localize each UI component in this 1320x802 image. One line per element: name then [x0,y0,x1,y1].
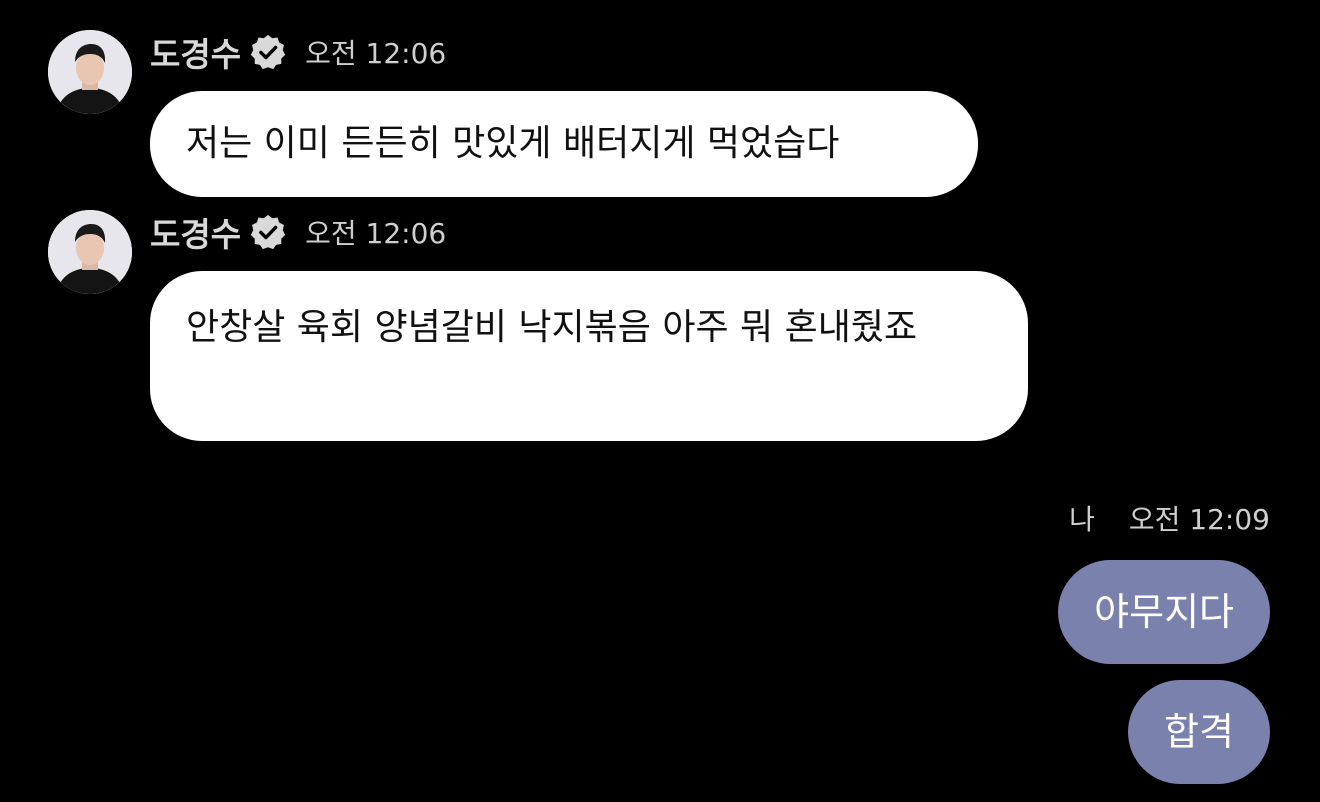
message-text: 야무지다 [1094,590,1234,634]
avatar-photo [48,30,132,114]
message-header: 도경수 오전 12:06 [150,212,447,254]
my-label: 나 [1069,503,1095,536]
outgoing-message-bubble[interactable]: 야무지다 [1058,560,1270,664]
my-message-header: 나 오전 12:09 [1069,498,1270,538]
message-header: 도경수 오전 12:06 [150,32,447,74]
message-time: 오전 12:09 [1128,503,1270,536]
message-time: 오전 12:06 [305,217,447,250]
message-text: 안창살 육회 양념갈비 낙지볶음 아주 뭐 혼내줬죠 [186,307,918,348]
message-text: 저는 이미 든든히 맛있게 배터지게 먹었습다 [186,123,840,164]
incoming-message-bubble[interactable]: 안창살 육회 양념갈비 낙지볶음 아주 뭐 혼내줬죠 [150,271,1028,441]
sender-name[interactable]: 도경수 [150,208,241,256]
outgoing-message-bubble[interactable]: 합격 [1128,680,1270,784]
sender-name[interactable]: 도경수 [150,28,241,76]
message-text: 합격 [1164,710,1234,754]
message-time: 오전 12:06 [305,37,447,70]
incoming-message-bubble[interactable]: 저는 이미 든든히 맛있게 배터지게 먹었습다 [150,91,978,197]
sender-avatar[interactable] [48,30,132,114]
avatar-photo [48,210,132,294]
sender-avatar[interactable] [48,210,132,294]
verified-badge-icon [250,214,286,250]
verified-badge-icon [250,34,286,70]
